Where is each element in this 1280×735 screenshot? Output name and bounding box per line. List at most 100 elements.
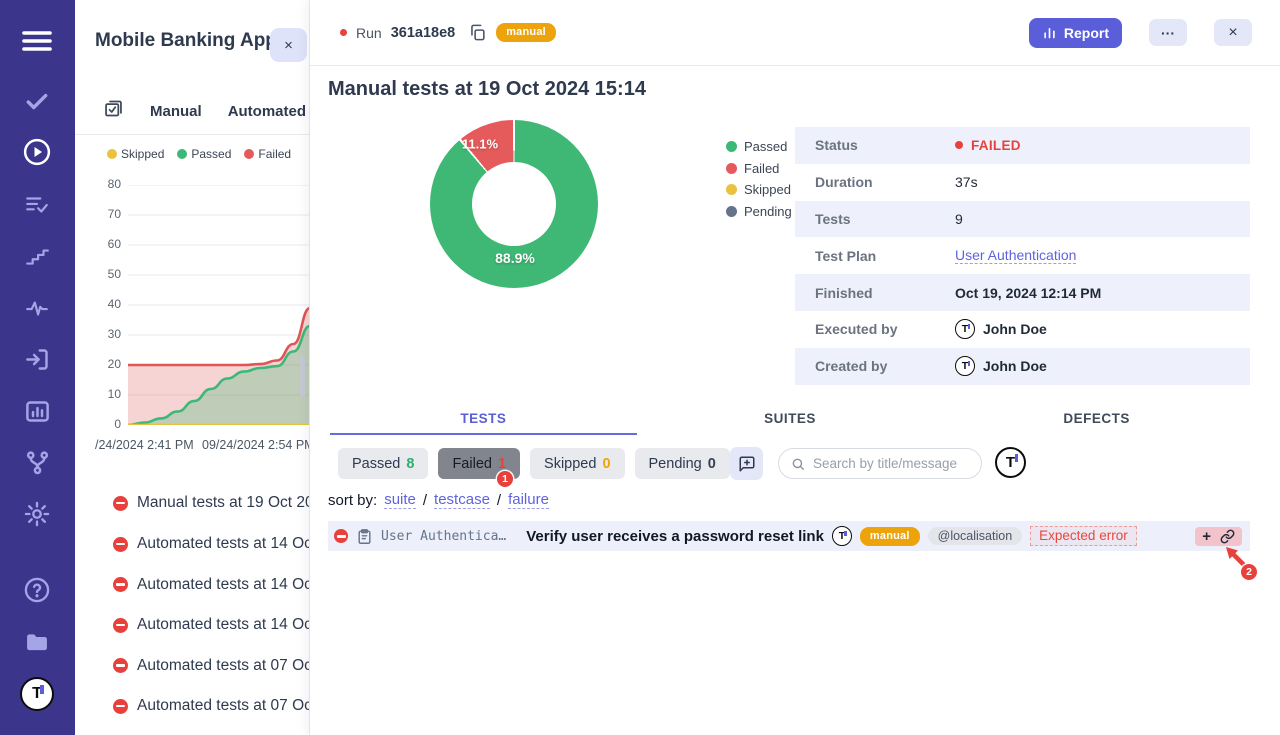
report-button[interactable]: Report (1029, 18, 1122, 48)
suite-name[interactable]: User Authentica… (381, 529, 506, 544)
avatar: T (955, 356, 975, 376)
legend-item-failed: Failed (726, 158, 792, 180)
app-logo[interactable]: T (17, 674, 57, 714)
trend-x-axis: /24/2024 2:41 PM 09/24/2024 2:54 PM (95, 438, 310, 456)
skipped-dot (726, 184, 737, 195)
y-tick: 70 (108, 207, 121, 221)
search-input[interactable] (813, 456, 990, 471)
filter-pending-button[interactable]: Pending0 (635, 448, 730, 479)
comment-button[interactable] (730, 447, 763, 480)
analytics-chart-icon[interactable] (17, 391, 57, 431)
menu-icon[interactable] (17, 21, 57, 61)
run-id: 361a18e8 (391, 25, 456, 41)
select-all-icon[interactable] (103, 98, 124, 124)
created-by-value: John Doe (983, 358, 1047, 374)
test-plan-link[interactable]: User Authentication (955, 247, 1076, 264)
sort-by-label: sort by: (328, 492, 377, 509)
sort-bar: sort by: suite / testcase / failure (328, 491, 549, 509)
logo-accent (40, 685, 44, 694)
test-title[interactable]: Verify user receives a password reset li… (526, 528, 824, 545)
panel-scrollbar[interactable] (300, 355, 305, 397)
run-detail-panel: Run 361a18e8 manual Report ··· × Manual … (310, 0, 1280, 735)
y-tick: 80 (108, 177, 121, 191)
sort-failure-link[interactable]: failure (508, 491, 549, 509)
failed-status-icon (113, 496, 128, 511)
donut-legend: Passed Failed Skipped Pending (726, 136, 792, 222)
run-list-item[interactable]: Automated tests at 07 Oct 2024 (75, 646, 310, 686)
branches-icon[interactable] (17, 442, 57, 482)
donut-main-label: 88.9% (495, 250, 535, 266)
project-panel-close-button[interactable]: × (270, 28, 307, 62)
info-row-tests: Tests 9 (795, 201, 1250, 238)
legend-item-pending: Pending (726, 201, 792, 223)
user-avatar[interactable]: T (995, 447, 1026, 478)
run-status-dot (340, 29, 347, 36)
failed-status-icon (113, 658, 128, 673)
y-tick: 10 (108, 387, 121, 401)
expected-error-badge[interactable]: Expected error (1030, 526, 1137, 546)
assignee-avatar: T (832, 526, 852, 546)
tests-check-icon[interactable] (17, 81, 57, 121)
sort-suite-link[interactable]: suite (384, 491, 416, 509)
annotation-badge-2: 2 (1241, 564, 1257, 580)
project-title: Mobile Banking App (95, 30, 277, 52)
x-tick-2: 09/24/2024 2:54 PM (202, 438, 310, 452)
passed-dot (726, 141, 737, 152)
tab-suites[interactable]: SUITES (637, 403, 944, 435)
tab-defects[interactable]: DEFECTS (943, 403, 1250, 435)
plans-list-check-icon[interactable] (17, 185, 57, 225)
close-icon: × (1228, 24, 1237, 42)
milestones-steps-icon[interactable] (17, 236, 57, 276)
help-icon[interactable] (17, 570, 57, 610)
copy-icon[interactable] (468, 23, 487, 42)
info-row-finished: Finished Oct 19, 2024 12:14 PM (795, 274, 1250, 311)
filter-skipped-button[interactable]: Skipped0 (530, 448, 624, 479)
run-type-tabs: Manual Automated (103, 98, 306, 124)
comment-plus-icon (738, 455, 756, 473)
info-row-created-by: Created by T John Doe (795, 348, 1250, 385)
search-box (778, 448, 982, 479)
test-tag[interactable]: @localisation (928, 527, 1023, 545)
test-result-row[interactable]: User Authentica… Verify user receives a … (328, 521, 1250, 551)
report-chart-icon (1042, 25, 1057, 40)
divider (75, 134, 310, 135)
icon-rail: T (0, 0, 75, 735)
y-tick: 20 (108, 357, 121, 371)
run-header: Run 361a18e8 manual Report ··· × (310, 0, 1280, 66)
avatar: T (955, 319, 975, 339)
y-tick: 60 (108, 237, 121, 251)
search-icon (791, 457, 805, 471)
import-icon[interactable] (17, 339, 57, 379)
executed-by-value: John Doe (983, 321, 1047, 337)
y-tick: 0 (114, 417, 121, 431)
run-list-item[interactable]: Automated tests at 14 Oct 2024 (75, 565, 310, 605)
more-button[interactable]: ··· (1149, 19, 1187, 46)
run-list-item[interactable]: Automated tests at 07 Oct 2024 (75, 686, 310, 726)
sort-testcase-link[interactable]: testcase (434, 491, 490, 509)
pending-dot (726, 206, 737, 217)
close-icon: × (284, 37, 293, 54)
failed-status-icon (113, 577, 128, 592)
test-type-badge: manual (860, 527, 920, 546)
add-icon[interactable]: + (1202, 529, 1211, 544)
runs-play-icon[interactable] (17, 132, 57, 172)
run-list-item[interactable]: Manual tests at 19 Oct 2024 (75, 483, 310, 523)
tab-tests[interactable]: TESTS (330, 403, 637, 435)
app-root: T Mobile Banking App × Manual Automated … (0, 0, 1280, 735)
donut-chart: 11.1% 88.9% (430, 120, 598, 288)
x-tick-1: /24/2024 2:41 PM (95, 438, 194, 452)
run-type-badge: manual (496, 23, 556, 42)
trend-legend: Skipped Passed Failed (107, 147, 291, 161)
tab-automated[interactable]: Automated (228, 103, 306, 120)
run-label: Run (356, 25, 382, 41)
settings-gear-icon[interactable] (17, 494, 57, 534)
tab-manual[interactable]: Manual (150, 103, 202, 120)
filter-passed-button[interactable]: Passed8 (338, 448, 428, 479)
pulse-activity-icon[interactable] (17, 288, 57, 328)
run-list-item[interactable]: Automated tests at 14 Oct 2024 (75, 524, 310, 564)
trend-area-chart (128, 185, 310, 425)
projects-folder-icon[interactable] (17, 622, 57, 662)
run-list-item[interactable]: Automated tests at 14 Oct 2024 (75, 605, 310, 645)
close-run-button[interactable]: × (1214, 19, 1252, 46)
failed-status-icon (113, 618, 128, 633)
